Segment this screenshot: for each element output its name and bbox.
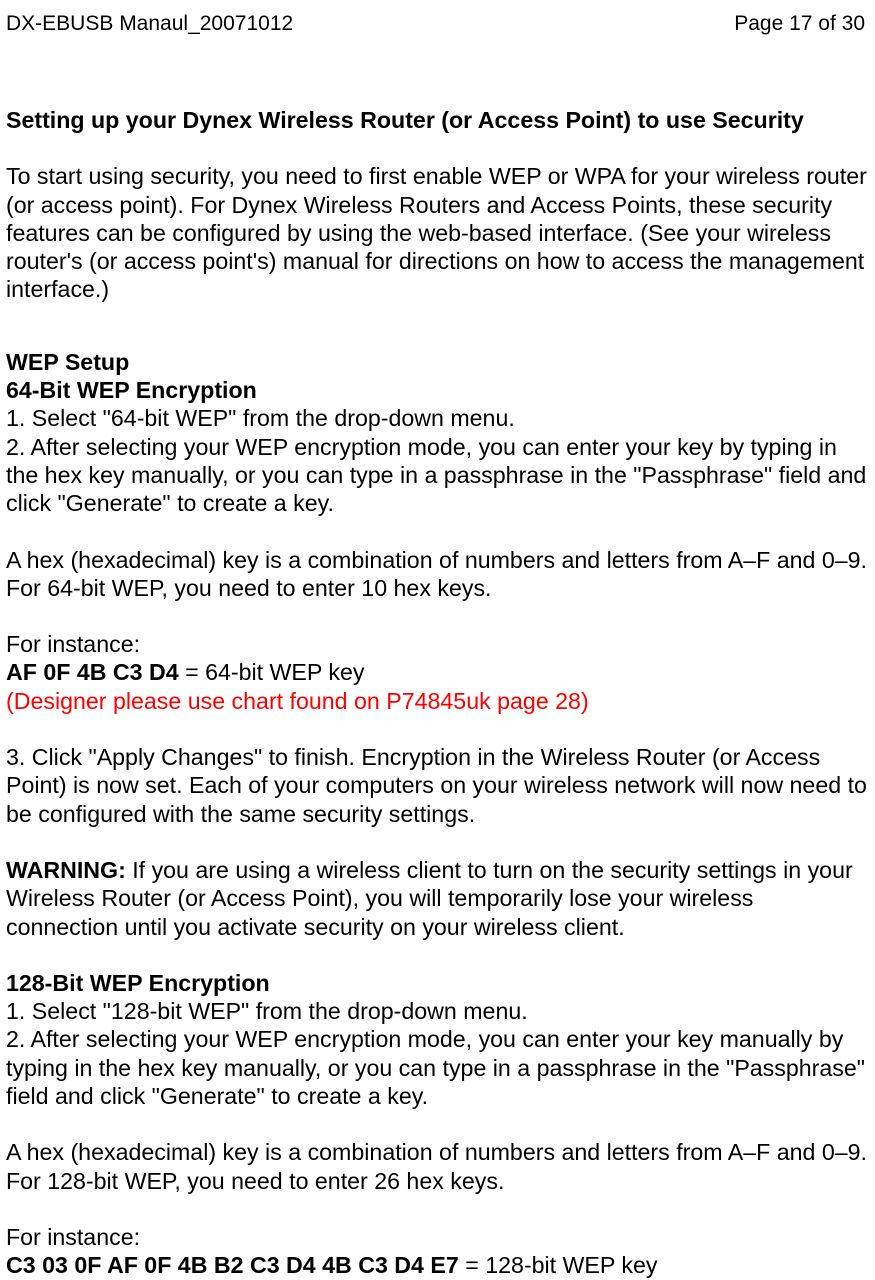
wep-128-key-example: C3 03 0F AF 0F 4B B2 C3 D4 4B C3 D4 E7 =… (6, 1251, 869, 1279)
warning-label: WARNING: (6, 857, 126, 883)
wep-128-step-1: 1. Select "128-bit WEP" from the drop-do… (6, 997, 869, 1025)
wep-64-step-2: 2. After selecting your WEP encryption m… (6, 433, 869, 518)
wep-128-title: 128-Bit WEP Encryption (6, 969, 869, 997)
wep-setup-title: WEP Setup (6, 348, 869, 376)
wep-128-hex-note: A hex (hexadecimal) key is a combination… (6, 1138, 869, 1195)
page-content: Setting up your Dynex Wireless Router (o… (6, 106, 869, 1280)
wep-64-key-value: AF 0F 4B C3 D4 (6, 659, 179, 685)
header-right: Page 17 of 30 (734, 12, 865, 36)
wep-64-for-instance: For instance: (6, 630, 869, 658)
wep-128-key-value: C3 03 0F AF 0F 4B B2 C3 D4 4B C3 D4 E7 (6, 1252, 459, 1278)
section-title-security: Setting up your Dynex Wireless Router (o… (6, 106, 869, 134)
wep-128-for-instance: For instance: (6, 1223, 869, 1251)
wep-64-step-1: 1. Select "64-bit WEP" from the drop-dow… (6, 404, 869, 432)
wep-64-step-3: 3. Click "Apply Changes" to finish. Encr… (6, 743, 869, 828)
wep-64-key-example: AF 0F 4B C3 D4 = 64-bit WEP key (6, 658, 869, 686)
wep-128-step-2: 2. After selecting your WEP encryption m… (6, 1025, 869, 1110)
wep-128-key-suffix: = 128-bit WEP key (459, 1252, 658, 1278)
page-header: DX-EBUSB Manaul_20071012 Page 17 of 30 (6, 12, 869, 36)
wep-64-title: 64-Bit WEP Encryption (6, 376, 869, 404)
header-left: DX-EBUSB Manaul_20071012 (6, 12, 293, 36)
wep-64-hex-note: A hex (hexadecimal) key is a combination… (6, 546, 869, 603)
wep-64-key-suffix: = 64-bit WEP key (179, 659, 365, 685)
security-intro-paragraph: To start using security, you need to fir… (6, 162, 869, 303)
warning-text: If you are using a wireless client to tu… (6, 857, 853, 940)
document-page: DX-EBUSB Manaul_20071012 Page 17 of 30 S… (0, 0, 875, 1270)
wep-warning: WARNING: If you are using a wireless cli… (6, 856, 869, 941)
designer-note: (Designer please use chart found on P748… (6, 687, 869, 715)
